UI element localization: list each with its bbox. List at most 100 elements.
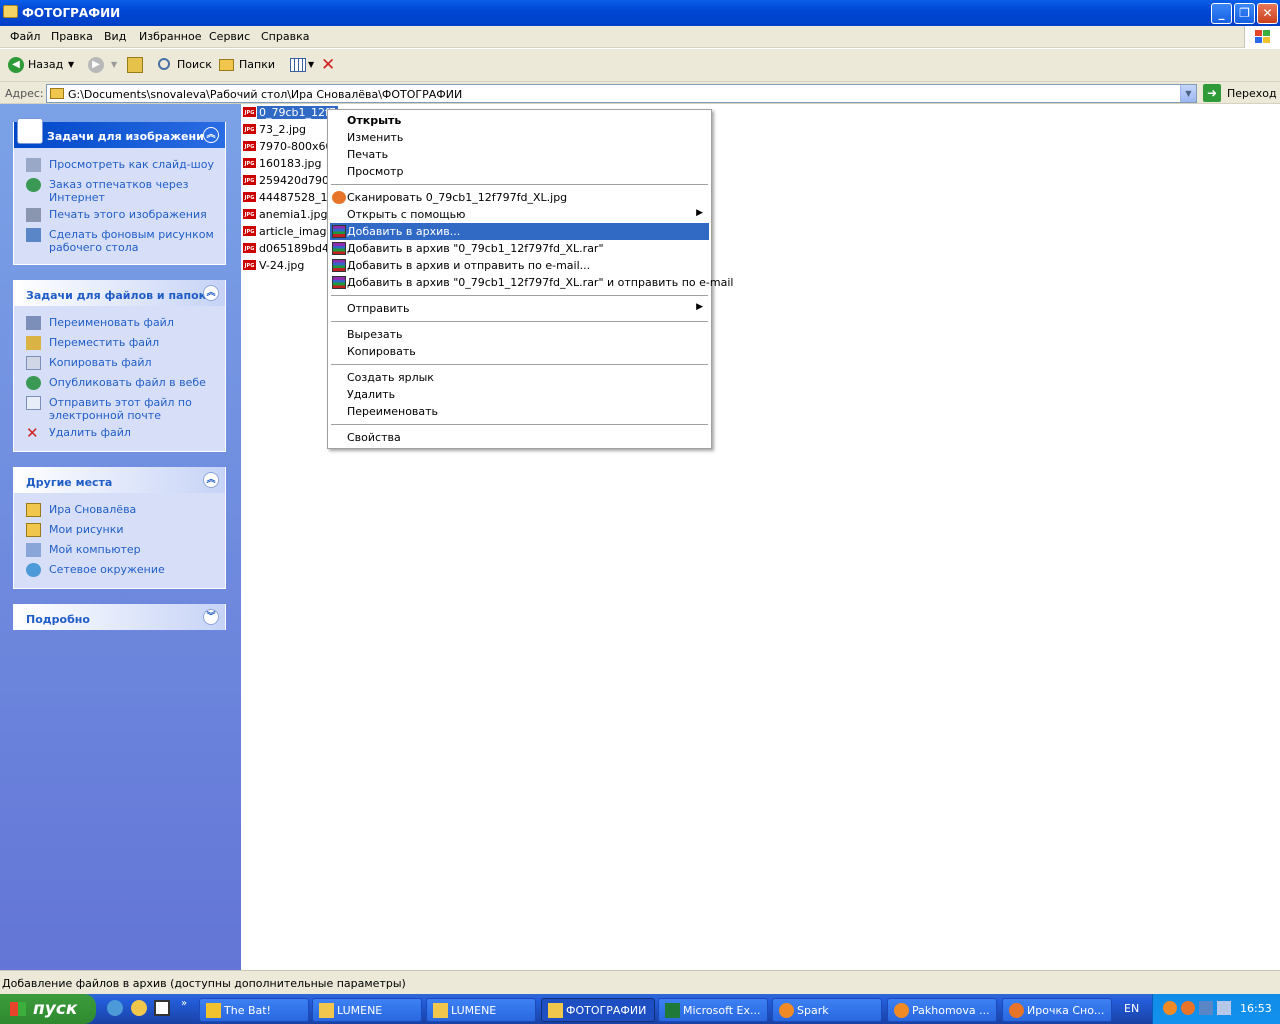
task-spark[interactable]: Spark xyxy=(772,998,882,1022)
other-places-header[interactable]: Другие места ︽ xyxy=(14,467,225,493)
menu-item-delete[interactable]: Удалить xyxy=(330,386,709,403)
delete-icon[interactable]: ✕ xyxy=(321,55,335,75)
media-icon[interactable] xyxy=(131,1000,147,1016)
menu-edit[interactable]: Правка xyxy=(51,30,93,43)
task-excel[interactable]: Microsoft Ex... xyxy=(658,998,768,1022)
antivirus-tray-icon[interactable] xyxy=(1181,1001,1195,1015)
folders-icon[interactable] xyxy=(219,59,234,71)
address-dropdown-icon[interactable]: ▼ xyxy=(1180,85,1196,102)
address-path: G:\Documents\snovaleva\Рабочий стол\Ира … xyxy=(68,88,463,101)
go-arrow-icon: ➜ xyxy=(1203,84,1221,102)
views-dropdown-icon[interactable]: ▼ xyxy=(308,60,314,69)
menu-item-rename[interactable]: Переименовать xyxy=(330,403,709,420)
go-button[interactable]: ➜ Переход xyxy=(1203,84,1279,103)
menu-item-open-with[interactable]: Открыть с помощью ▶ xyxy=(330,206,709,223)
menu-item-copy[interactable]: Копировать xyxy=(330,343,709,360)
details-panel: Подробно ︾ xyxy=(13,604,226,630)
other-places-panel: Другие места ︽ Ира Сновалёва Мои рисунки… xyxy=(13,467,226,589)
back-dropdown-icon[interactable]: ▼ xyxy=(68,60,74,69)
jpg-file-icon: JPG xyxy=(242,191,257,203)
address-input[interactable]: G:\Documents\snovaleva\Рабочий стол\Ира … xyxy=(46,84,1197,103)
menu-tools[interactable]: Сервис xyxy=(209,30,250,43)
spark-tray-icon[interactable] xyxy=(1163,1001,1177,1015)
language-indicator[interactable]: EN xyxy=(1124,1002,1139,1015)
collapse-icon[interactable]: ︽ xyxy=(203,472,219,488)
jpg-file-icon: JPG xyxy=(242,225,257,237)
envelope-icon xyxy=(26,396,41,410)
task-photos[interactable]: ФОТОГРАФИИ xyxy=(541,998,655,1022)
task-lumene-1[interactable]: LUMENE xyxy=(312,998,422,1022)
folder-icon xyxy=(433,1003,448,1018)
clock: 16:53 xyxy=(1240,1002,1272,1015)
jpg-file-icon: JPG xyxy=(242,123,257,135)
title-bar[interactable]: ФОТОГРАФИИ _ ❐ ✕ xyxy=(0,0,1280,26)
menu-file[interactable]: Файл xyxy=(10,30,40,43)
task-thebat[interactable]: The Bat! xyxy=(199,998,309,1022)
menu-item-add-archive-named[interactable]: Добавить в архив "0_79cb1_12f797fd_XL.ra… xyxy=(330,240,709,257)
menu-separator xyxy=(331,184,708,185)
menu-item-add-archive-email[interactable]: Добавить в архив и отправить по e-mail..… xyxy=(330,257,709,274)
start-label: пуск xyxy=(33,999,78,1019)
ie-icon[interactable] xyxy=(107,1000,123,1016)
task-lumene-2[interactable]: LUMENE xyxy=(426,998,536,1022)
rename-icon xyxy=(26,316,41,330)
expand-icon[interactable]: ︾ xyxy=(203,609,219,625)
thebat-icon xyxy=(206,1003,221,1018)
task-irochka[interactable]: Ирочка Сно... xyxy=(1002,998,1112,1022)
jpg-file-icon: JPG xyxy=(242,106,257,118)
folders-button[interactable]: Папки xyxy=(239,58,275,71)
address-label: Адрес: xyxy=(5,87,44,100)
task-pakhomova[interactable]: Pakhomova ... xyxy=(887,998,997,1022)
start-button[interactable]: пуск xyxy=(0,994,96,1024)
up-folder-icon[interactable] xyxy=(127,57,143,73)
folder-icon xyxy=(50,88,64,99)
menu-item-send-to[interactable]: Отправить ▶ xyxy=(330,300,709,317)
search-icon[interactable] xyxy=(158,58,170,70)
collapse-icon[interactable]: ︽ xyxy=(203,285,219,301)
folder-icon xyxy=(3,5,18,18)
context-menu: Открыть Изменить Печать Просмотр Сканиро… xyxy=(327,109,733,449)
minimize-button[interactable]: _ xyxy=(1211,3,1232,24)
back-button[interactable]: Назад xyxy=(28,58,63,71)
file-tasks-header[interactable]: Задачи для файлов и папок ︽ xyxy=(14,280,225,306)
winrar-icon xyxy=(332,259,346,272)
jpg-file-icon: JPG xyxy=(242,140,257,152)
forward-arrow-icon[interactable]: ▶ xyxy=(88,57,104,73)
network-tray-icon[interactable] xyxy=(1199,1001,1213,1015)
file-tasks-panel: Задачи для файлов и папок ︽ Переименоват… xyxy=(13,280,226,452)
quicklaunch-more-icon[interactable]: » xyxy=(181,998,187,1009)
menu-help[interactable]: Справка xyxy=(261,30,309,43)
search-button[interactable]: Поиск xyxy=(177,58,212,71)
jpg-file-icon: JPG xyxy=(242,174,257,186)
details-header[interactable]: Подробно ︾ xyxy=(14,604,225,630)
close-button[interactable]: ✕ xyxy=(1257,3,1278,24)
maximize-button[interactable]: ❐ xyxy=(1234,3,1255,24)
menu-view[interactable]: Вид xyxy=(104,30,126,43)
menu-item-create-shortcut[interactable]: Создать ярлык xyxy=(330,369,709,386)
windows-logo-icon xyxy=(10,1002,26,1016)
menu-item-cut[interactable]: Вырезать xyxy=(330,326,709,343)
collapse-icon[interactable]: ︽ xyxy=(203,127,219,143)
menu-item-add-archive[interactable]: Добавить в архив... xyxy=(330,223,709,240)
task-pane: Задачи для изображений ︽ Просмотреть как… xyxy=(0,104,241,970)
volume-tray-icon[interactable] xyxy=(1217,1001,1231,1015)
menu-item-add-archive-named-email[interactable]: Добавить в архив "0_79cb1_12f797fd_XL.ra… xyxy=(330,274,733,291)
back-arrow-icon[interactable]: ◀ xyxy=(8,57,24,73)
chat-icon xyxy=(894,1003,909,1018)
app-icon[interactable] xyxy=(154,1000,170,1016)
menu-item-print[interactable]: Печать xyxy=(330,146,709,163)
views-icon[interactable] xyxy=(290,58,306,72)
winrar-icon xyxy=(332,225,346,238)
menu-favorites[interactable]: Избранное xyxy=(139,30,201,43)
menu-item-scan[interactable]: Сканировать 0_79cb1_12f797fd_XL.jpg xyxy=(330,189,709,206)
menu-item-preview[interactable]: Просмотр xyxy=(330,163,709,180)
toolbar: ◀ Назад ▼ ▶ ▼ Поиск Папки ▼ ✕ xyxy=(0,49,1280,82)
antivirus-icon xyxy=(332,191,346,204)
status-text: Добавление файлов в архив (доступны допо… xyxy=(2,977,406,990)
menu-item-open[interactable]: Открыть xyxy=(330,112,709,129)
menu-item-edit[interactable]: Изменить xyxy=(330,129,709,146)
forward-dropdown-icon[interactable]: ▼ xyxy=(111,60,117,69)
menu-item-properties[interactable]: Свойства xyxy=(330,429,709,446)
globe-icon xyxy=(26,376,41,390)
image-tasks-header[interactable]: Задачи для изображений ︽ xyxy=(14,118,225,148)
